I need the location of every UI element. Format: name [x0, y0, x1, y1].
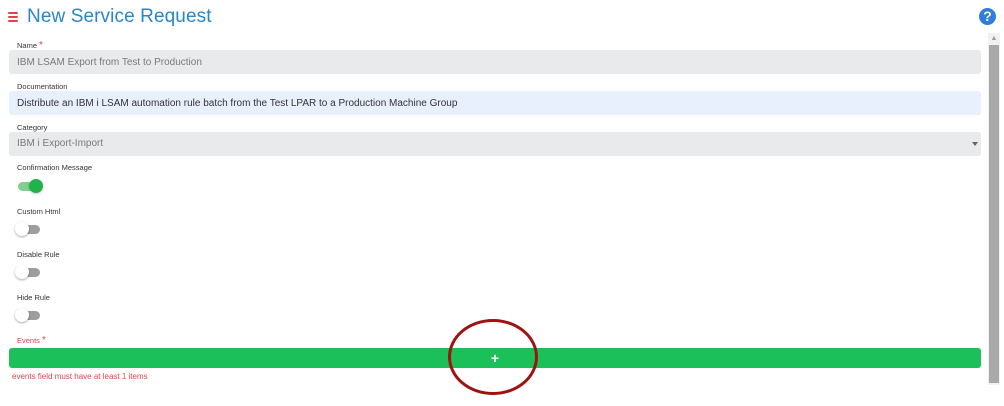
name-input[interactable]: [9, 50, 981, 74]
caret-down-icon: [972, 142, 978, 146]
custom-html-label: Custom Html: [17, 207, 61, 216]
hide-rule-label: Hide Rule: [17, 293, 50, 302]
events-error-message: events field must have at least 1 items: [12, 372, 148, 381]
vertical-scrollbar[interactable]: ▲: [988, 33, 1000, 385]
add-event-button[interactable]: +: [9, 348, 981, 368]
name-label-text: Name: [17, 41, 38, 50]
events-label-text: Events: [17, 336, 40, 345]
category-selected-value: IBM i Export-Import: [17, 138, 104, 149]
toggle-knob: [15, 265, 29, 279]
events-label: Events *: [17, 335, 46, 346]
scroll-up-arrow-icon[interactable]: ▲: [989, 34, 999, 44]
disable-rule-toggle[interactable]: [15, 265, 43, 279]
category-select[interactable]: IBM i Export-Import: [9, 132, 981, 156]
toggle-knob: [15, 222, 29, 236]
page-title: New Service Request: [27, 6, 212, 27]
category-label: Category: [17, 123, 48, 132]
documentation-label: Documentation: [17, 82, 68, 91]
help-circle-icon[interactable]: ?: [979, 8, 996, 25]
hamburger-menu-icon[interactable]: [8, 10, 20, 24]
confirmation-message-toggle[interactable]: [15, 179, 43, 193]
required-asterisk: *: [41, 335, 46, 346]
custom-html-toggle[interactable]: [15, 222, 43, 236]
confirmation-message-label: Confirmation Message: [17, 163, 93, 172]
toggle-knob: [15, 308, 29, 322]
disable-rule-label: Disable Rule: [17, 250, 60, 259]
page-header: New Service Request ?: [0, 0, 1004, 38]
scrollbar-thumb[interactable]: [989, 45, 999, 383]
service-request-page: New Service Request ? ▲ Name * Documentat…: [0, 0, 1004, 406]
documentation-input[interactable]: [9, 91, 981, 115]
toggle-knob: [29, 179, 43, 193]
hide-rule-toggle[interactable]: [15, 308, 43, 322]
